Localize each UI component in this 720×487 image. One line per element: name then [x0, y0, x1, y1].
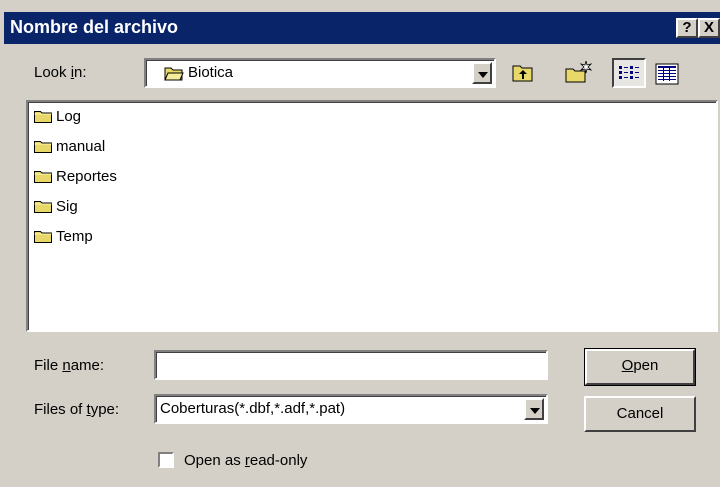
- chevron-down-icon: [478, 72, 488, 78]
- details-view-button[interactable]: [648, 58, 682, 88]
- chevron-down-icon: [530, 408, 540, 414]
- details-view-icon: [655, 63, 679, 85]
- create-new-folder-button[interactable]: [560, 56, 594, 88]
- file-type-select[interactable]: Coberturas(*.dbf,*.adf,*.pat): [154, 394, 548, 424]
- list-item[interactable]: Temp: [34, 224, 234, 250]
- up-one-level-button[interactable]: [508, 58, 538, 88]
- look-in-value: Biotica: [188, 64, 234, 81]
- create-new-folder-icon: [565, 60, 592, 83]
- list-view-button[interactable]: [612, 58, 646, 88]
- file-type-value: Coberturas(*.dbf,*.adf,*.pat): [160, 400, 346, 417]
- file-name-label: File name:: [34, 357, 105, 374]
- folder-icon: [34, 141, 52, 153]
- look-in-dropdown-button[interactable]: [472, 62, 492, 84]
- open-folder-icon: [164, 67, 184, 81]
- close-button[interactable]: X: [698, 18, 720, 38]
- list-item[interactable]: Log: [34, 104, 234, 130]
- file-type-dropdown-button[interactable]: [524, 398, 544, 420]
- list-item[interactable]: manual: [34, 134, 234, 160]
- help-icon: ?: [682, 19, 692, 36]
- file-type-label: Files of type:: [34, 401, 120, 418]
- list-item-label: Temp: [56, 228, 93, 245]
- folder-icon: [34, 111, 52, 123]
- close-icon: X: [703, 19, 714, 36]
- list-view-icon: [619, 66, 639, 79]
- look-in-combo[interactable]: Biotica: [144, 58, 496, 88]
- list-item-label: Reportes: [56, 168, 117, 185]
- file-list[interactable]: Log manual Reportes Sig Temp: [26, 100, 718, 332]
- up-one-level-icon: [512, 65, 533, 82]
- read-only-label: Open as read-only: [184, 452, 308, 469]
- help-button[interactable]: ?: [676, 18, 698, 38]
- folder-icon: [34, 201, 52, 213]
- folder-icon: [34, 171, 52, 183]
- read-only-checkbox[interactable]: [158, 452, 174, 468]
- file-dialog: Nombre del archivo ? X Look in: Biotica: [0, 0, 720, 487]
- title-bar[interactable]: Nombre del archivo ? X: [4, 12, 720, 44]
- list-item[interactable]: Sig: [34, 194, 234, 220]
- list-item-label: Log: [56, 108, 82, 125]
- list-item[interactable]: Reportes: [34, 164, 234, 190]
- folder-icon: [34, 231, 52, 243]
- file-name-input[interactable]: [154, 350, 548, 380]
- window-title: Nombre del archivo: [10, 17, 179, 37]
- list-item-label: Sig: [56, 198, 78, 215]
- cancel-button[interactable]: Cancel: [584, 396, 696, 432]
- list-item-label: manual: [56, 138, 106, 155]
- look-in-label: Look in:: [34, 64, 87, 81]
- open-button[interactable]: Open: [584, 348, 696, 386]
